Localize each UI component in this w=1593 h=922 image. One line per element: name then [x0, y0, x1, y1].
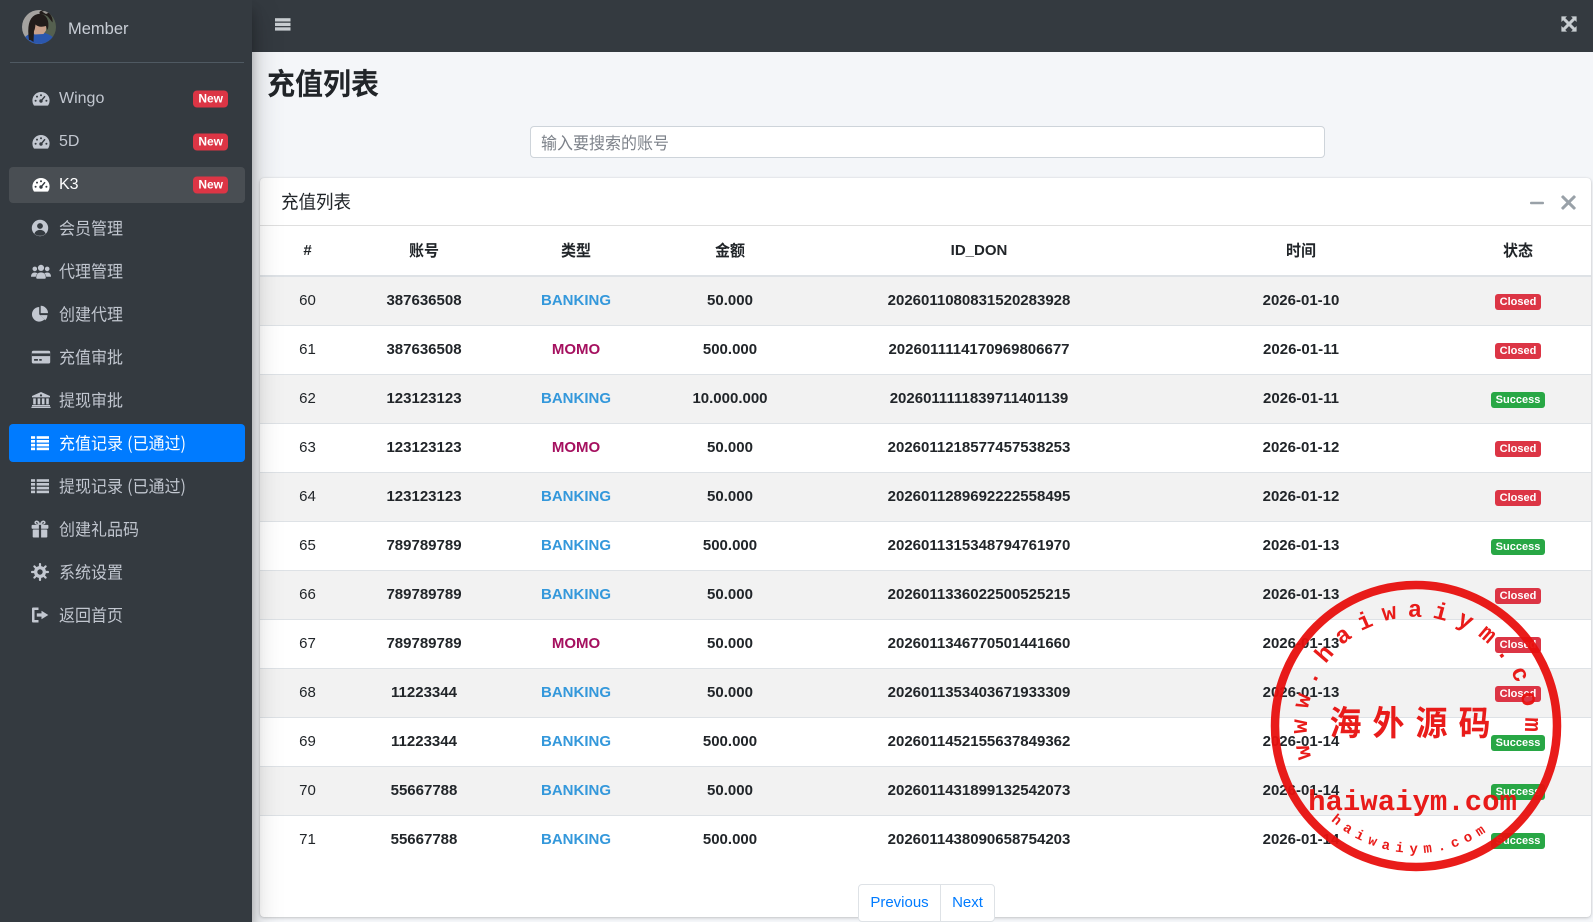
svg-text:haiwaiym.com: haiwaiym.com [1308, 786, 1517, 819]
